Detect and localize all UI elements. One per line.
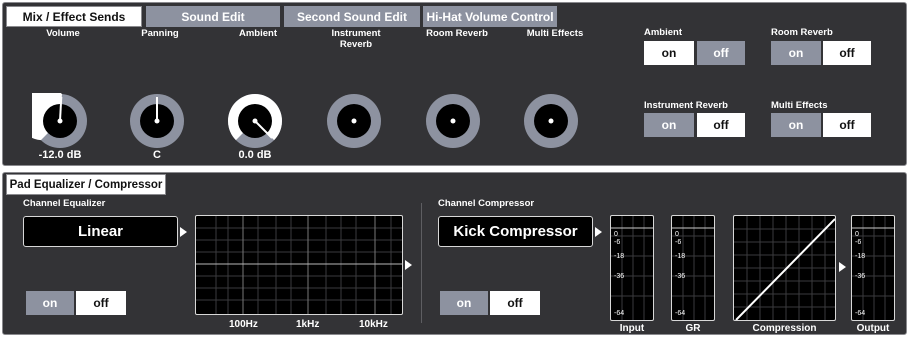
room-reverb-off-button[interactable]: off	[823, 41, 871, 65]
input-caption: Input	[619, 323, 645, 334]
tab-sound-edit[interactable]: Sound Edit	[146, 6, 280, 27]
knob-label-panning: Panning	[141, 28, 179, 39]
freq-label-10khz: 10kHz	[359, 319, 388, 330]
instrument-reverb-toggle-label: Instrument Reverb	[644, 100, 728, 111]
compression-caption: Compression	[752, 323, 817, 334]
input-scale-0: 0	[614, 231, 618, 238]
ambient-value: 0.0 dB	[238, 149, 272, 161]
gr-caption: GR	[685, 323, 701, 334]
eq-grid	[196, 216, 402, 314]
input-meter-grid: 0 -6 -18 -36 -64	[611, 216, 653, 320]
tab-pad-equalizer-compressor[interactable]: Pad Equalizer / Compressor	[6, 174, 166, 195]
room-reverb-knob[interactable]	[425, 93, 481, 149]
multi-effects-knob[interactable]	[523, 93, 579, 149]
eq-on-button[interactable]: on	[26, 291, 74, 315]
panning-knob[interactable]	[129, 93, 185, 149]
output-scale-0: 0	[855, 231, 859, 238]
input-scale-36: -36	[614, 273, 624, 280]
channel-equalizer-label: Channel Equalizer	[23, 198, 106, 209]
eq-output-arrow-icon	[405, 260, 412, 270]
compressor-on-button[interactable]: on	[440, 291, 488, 315]
input-meter: 0 -6 -18 -36 -64	[610, 215, 654, 321]
compression-curve	[734, 216, 835, 320]
eq-off-button[interactable]: off	[76, 291, 126, 315]
knob-label-ambient: Ambient	[239, 28, 277, 39]
tab-second-sound-edit[interactable]: Second Sound Edit	[284, 6, 420, 27]
compressor-preset-arrow-icon	[595, 227, 602, 237]
multi-effects-toggle-label: Multi Effects	[771, 100, 828, 111]
output-scale-64: -64	[855, 310, 865, 317]
ambient-on-button[interactable]: on	[644, 41, 694, 65]
eq-mode-arrow-icon	[180, 227, 187, 237]
compressor-off-button[interactable]: off	[490, 291, 540, 315]
volume-knob[interactable]	[32, 93, 88, 149]
mix-effect-panel: Mix / Effect Sends Sound Edit Second Sou…	[2, 2, 907, 166]
gr-scale-0: 0	[675, 231, 679, 238]
tab-mix-effect-sends[interactable]: Mix / Effect Sends	[6, 6, 142, 27]
gr-meter-grid: 0 -6 -18 -36 -64	[672, 216, 714, 320]
channel-compressor-label: Channel Compressor	[438, 198, 535, 209]
pad-eq-compressor-panel: Pad Equalizer / Compressor Channel Equal…	[2, 172, 907, 335]
compression-curve-graph[interactable]	[733, 215, 836, 321]
ambient-knob[interactable]	[227, 93, 283, 149]
output-meter-grid: 0 -6 -18 -36 -64	[852, 216, 894, 320]
gr-scale-36: -36	[675, 273, 685, 280]
section-divider	[421, 203, 422, 323]
output-scale-36: -36	[855, 273, 865, 280]
output-scale-18: -18	[855, 253, 865, 260]
multi-effects-off-button[interactable]: off	[823, 113, 871, 137]
input-scale-18: -18	[614, 253, 624, 260]
instrument-reverb-on-button[interactable]: on	[644, 113, 694, 137]
gr-scale-18: -18	[675, 253, 685, 260]
ambient-toggle-label: Ambient	[644, 27, 682, 38]
ambient-off-button[interactable]: off	[697, 41, 745, 65]
room-reverb-on-button[interactable]: on	[771, 41, 821, 65]
tab-hihat-volume-control[interactable]: Hi-Hat Volume Control	[423, 6, 557, 27]
knob-label-instrument-reverb: Instrument Reverb	[331, 28, 381, 50]
multi-effects-on-button[interactable]: on	[771, 113, 821, 137]
volume-value: -12.0 dB	[38, 149, 82, 161]
input-scale-64: -64	[614, 310, 624, 317]
knob-label-volume: Volume	[46, 28, 80, 39]
knob-label-multi-effects: Multi Effects	[526, 28, 584, 39]
freq-label-100hz: 100Hz	[229, 319, 258, 330]
input-scale-6: -6	[614, 239, 620, 246]
gain-reduction-meter: 0 -6 -18 -36 -64	[671, 215, 715, 321]
gr-scale-6: -6	[675, 239, 681, 246]
eq-mode-dropdown[interactable]: Linear	[23, 216, 178, 247]
eq-graph[interactable]	[195, 215, 403, 315]
instrument-reverb-knob[interactable]	[326, 93, 382, 149]
output-caption: Output	[856, 323, 890, 334]
compressor-preset-dropdown[interactable]: Kick Compressor	[438, 216, 593, 247]
gr-scale-64: -64	[675, 310, 685, 317]
output-scale-6: -6	[855, 239, 861, 246]
output-meter: 0 -6 -18 -36 -64	[851, 215, 895, 321]
instrument-reverb-off-button[interactable]: off	[697, 113, 745, 137]
room-reverb-toggle-label: Room Reverb	[771, 27, 833, 38]
freq-label-1khz: 1kHz	[296, 319, 320, 330]
panning-value: C	[153, 149, 161, 161]
knob-label-room-reverb: Room Reverb	[426, 28, 488, 39]
compression-arrow-icon	[839, 262, 846, 272]
